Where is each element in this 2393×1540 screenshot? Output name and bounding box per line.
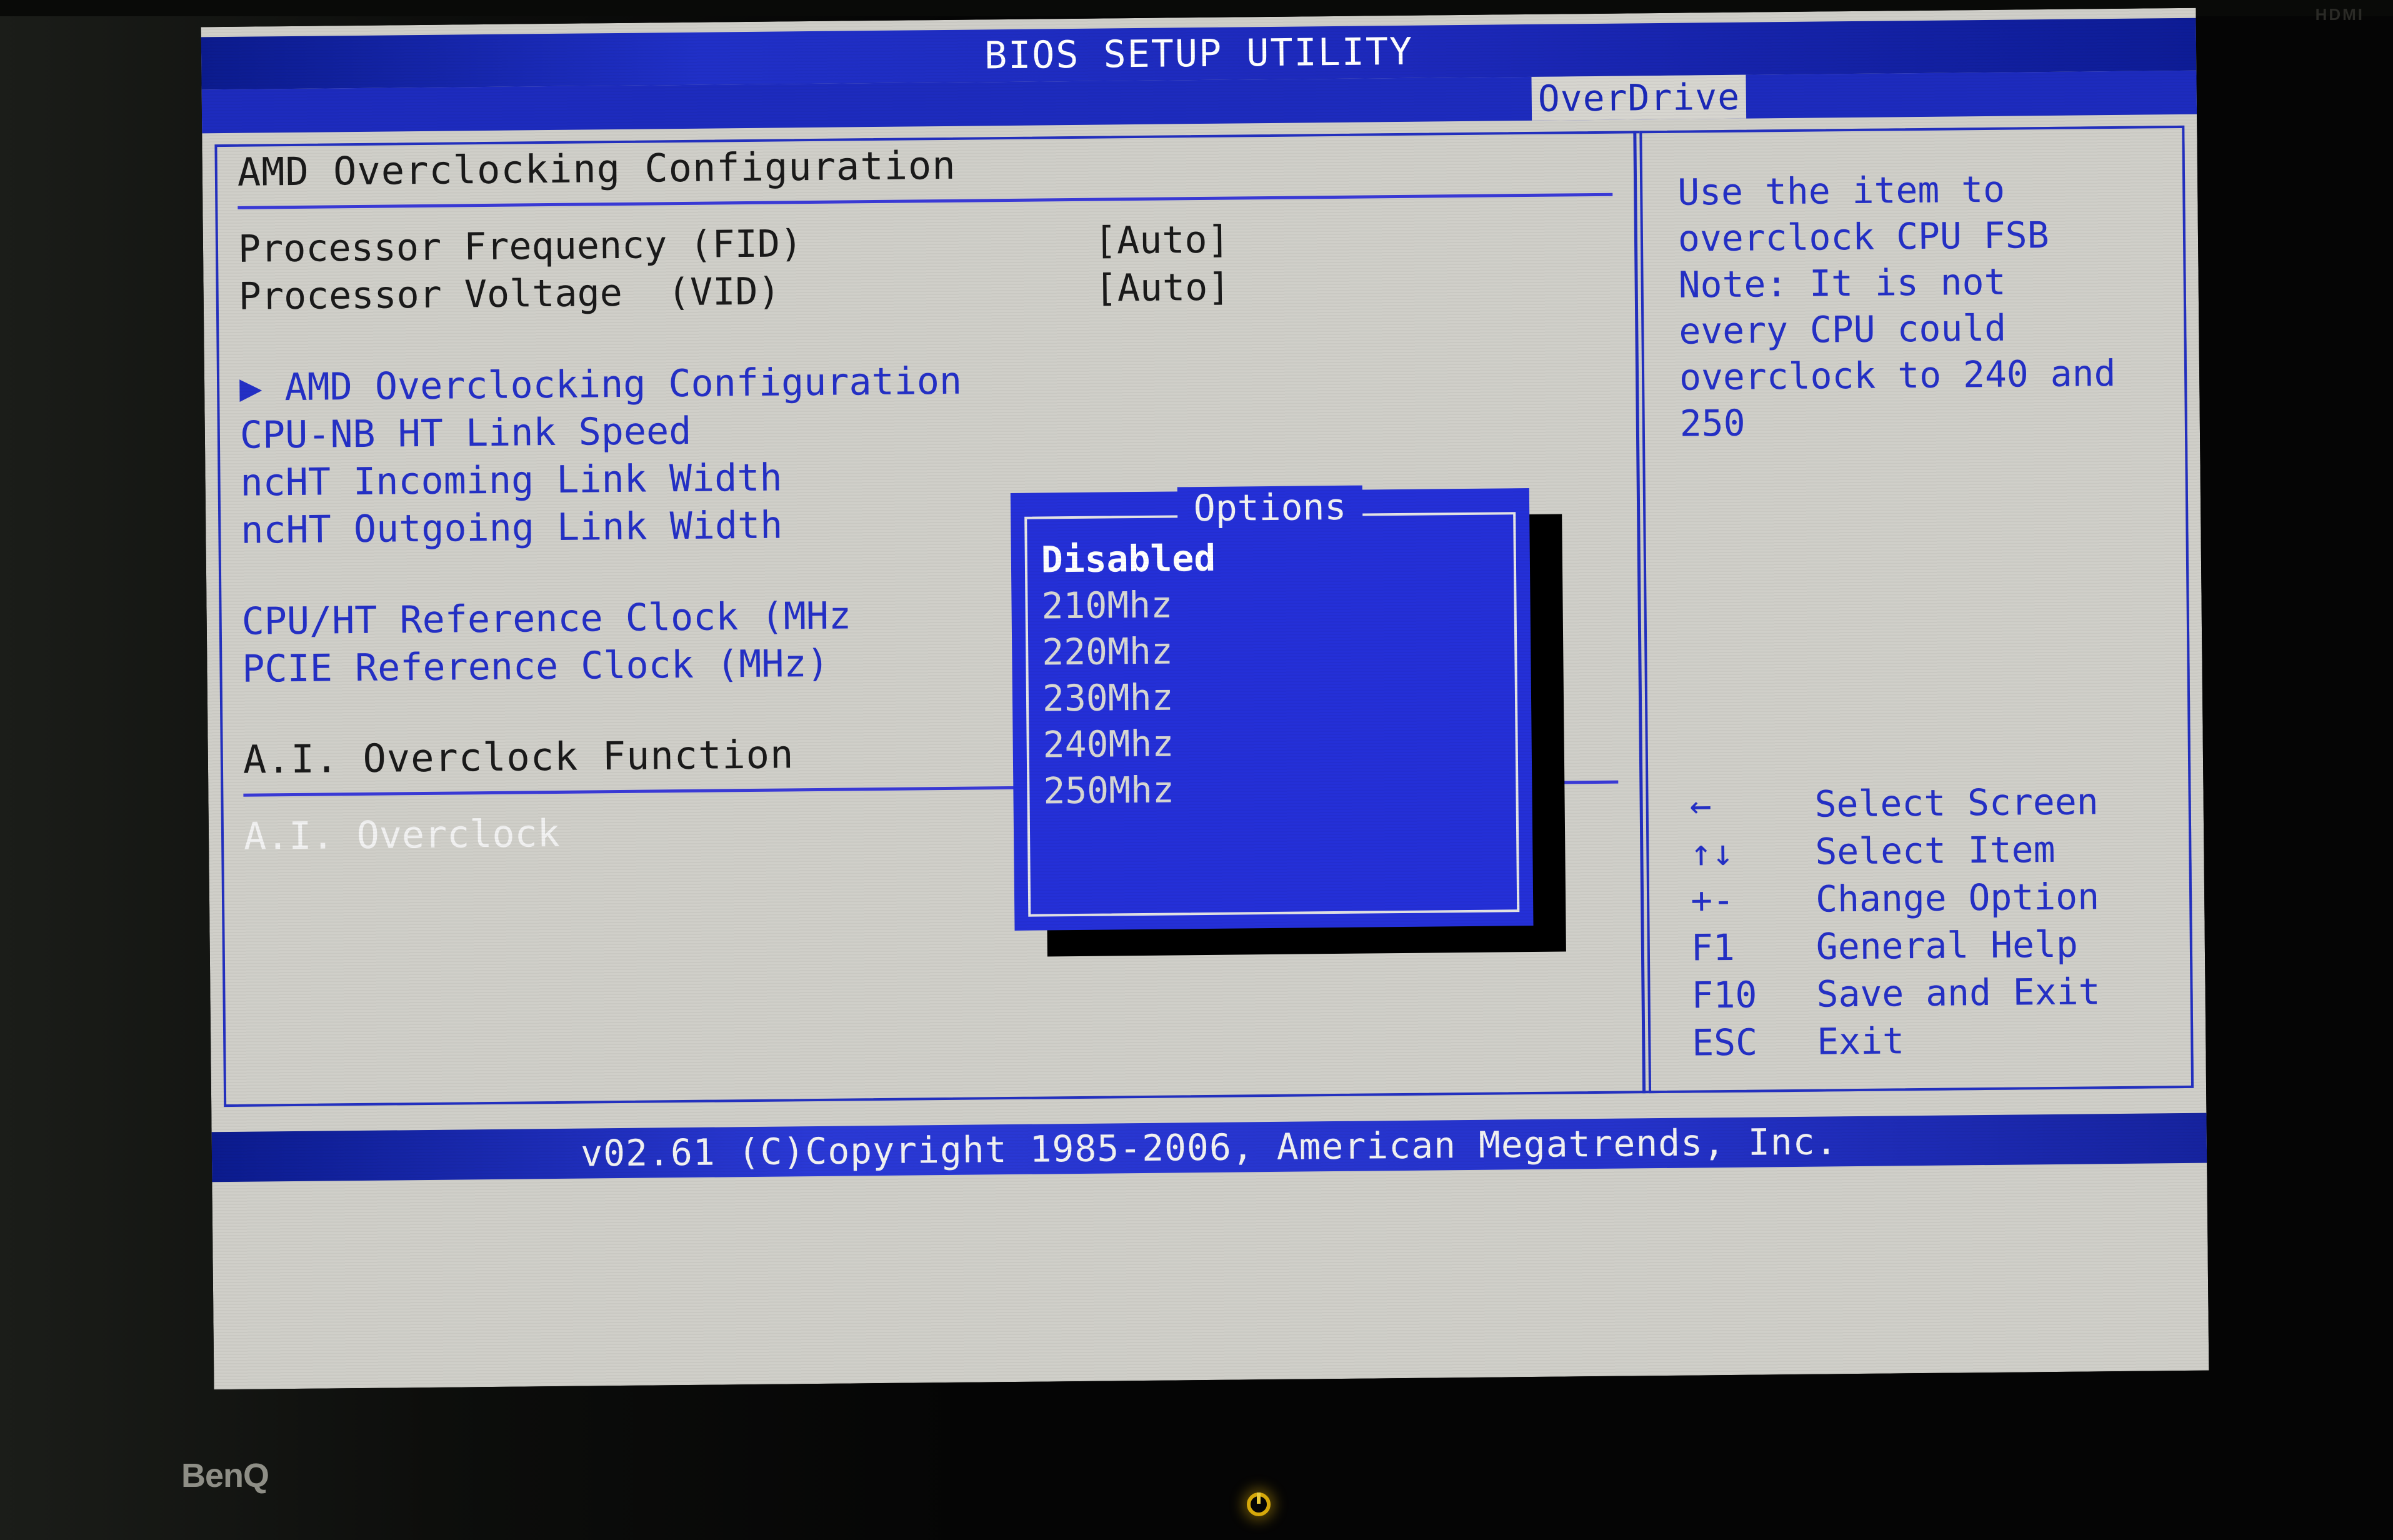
arrow-updown-icon: ↑↓ <box>1690 831 1734 874</box>
list-item[interactable]: 210Mhz <box>1041 578 1518 629</box>
options-popup[interactable]: Options Disabled 210Mhz 220Mhz 230Mhz 24… <box>1010 485 1534 931</box>
setting-label: CPU-NB HT Link Speed <box>239 409 692 458</box>
setting-label: PCIE Reference Clock (MHz) <box>242 641 829 691</box>
triangle-right-icon: ▶ <box>239 366 262 410</box>
bios-screen: BIOS SETUP UTILITY OverDrive AMD Overclo… <box>201 8 2209 1390</box>
setting-label: ncHT Outgoing Link Width <box>241 503 783 552</box>
list-item[interactable]: 240Mhz <box>1042 717 1519 768</box>
list-item: +- Change Option <box>1691 872 2185 924</box>
key-f1: F1 <box>1691 926 1736 969</box>
tab-overdrive[interactable]: OverDrive <box>1531 74 1747 121</box>
key-f10: F10 <box>1691 973 1757 1017</box>
list-item[interactable]: 220Mhz <box>1042 624 1519 675</box>
setting-label: ncHT Incoming Link Width <box>240 456 782 505</box>
list-item: ESC Exit <box>1692 1014 2186 1067</box>
options-list: Disabled 210Mhz 220Mhz 230Mhz 240Mhz 250… <box>1041 532 1519 814</box>
copyright-footer: v02.61 (C)Copyright 1985-2006, American … <box>211 1112 2207 1182</box>
key-action: Select Item <box>1815 828 2056 873</box>
power-led-icon[interactable] <box>1247 1492 1271 1516</box>
list-item: F10 Save and Exit <box>1691 967 2186 1019</box>
setting-label: Processor Frequency (FID) <box>237 222 803 271</box>
setting-label: A.I. Overclock <box>243 811 561 859</box>
list-item[interactable]: Disabled <box>1041 532 1517 582</box>
list-item: ↑↓ Select Item <box>1690 824 2184 877</box>
help-text: Use the item to overclock CPU FSB Note: … <box>1677 168 2116 445</box>
setting-value: [Auto] <box>1094 218 1231 263</box>
key-action: Save and Exit <box>1816 970 2101 1016</box>
monitor-chassis: HDMI BIOS SETUP UTILITY OverDrive AMD Ov… <box>0 0 2393 1540</box>
setting-label: Processor Voltage (VID) <box>238 269 781 319</box>
plus-minus-icon: +- <box>1690 878 1735 922</box>
key-legend: ← Select Screen ↑↓ Select Item +- Change… <box>1689 777 2186 1067</box>
key-action: Select Screen <box>1814 780 2099 826</box>
key-esc: ESC <box>1691 1021 1758 1064</box>
options-popup-title: Options <box>1011 485 1530 530</box>
setting-label: CPU/HT Reference Clock (MHz <box>241 594 852 644</box>
hdmi-label: HDMI <box>2315 5 2364 24</box>
setting-value: [Auto] <box>1094 265 1231 311</box>
submenu-label <box>262 364 285 411</box>
section-divider <box>237 192 1613 209</box>
list-item[interactable]: 230Mhz <box>1042 671 1519 721</box>
key-action: Exit <box>1816 1019 1905 1063</box>
arrow-left-icon: ← <box>1689 784 1712 827</box>
list-item: F1 General Help <box>1691 919 2185 972</box>
submenu-text: AMD Overclocking Configuration <box>284 359 962 410</box>
key-action: Change Option <box>1815 875 2100 921</box>
list-item[interactable]: 250Mhz <box>1043 763 1520 814</box>
list-item: ← Select Screen <box>1689 777 2184 829</box>
brand-logo: BenQ <box>181 1457 269 1494</box>
key-action: General Help <box>1816 922 2079 968</box>
